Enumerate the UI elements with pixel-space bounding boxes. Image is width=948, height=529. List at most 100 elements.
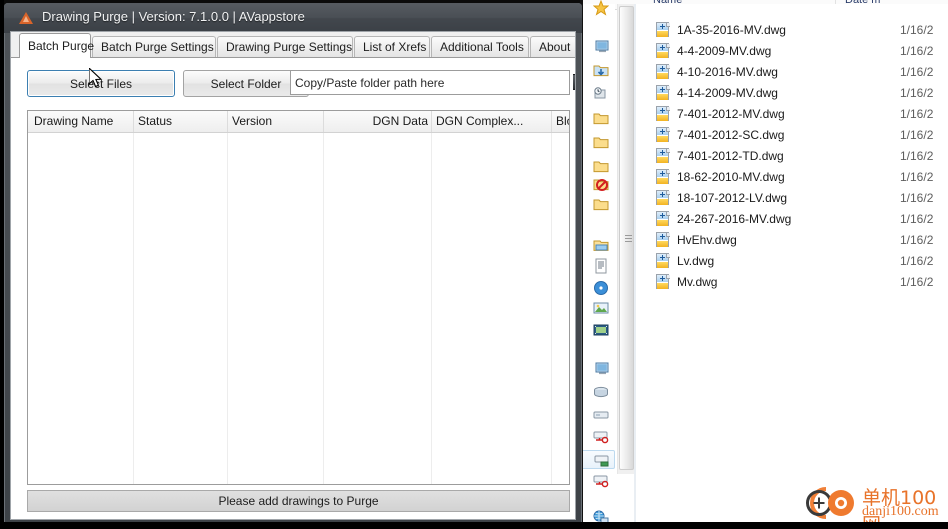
file-name[interactable]: 7-401-2012-MV.dwg <box>677 107 785 121</box>
file-name[interactable]: 4-10-2016-MV.dwg <box>677 65 778 79</box>
scrollbar-grip-icon <box>625 235 632 243</box>
dwg-file-icon <box>655 169 671 185</box>
removable-disk-icon <box>593 406 609 422</box>
file-name[interactable]: 7-401-2012-TD.dwg <box>677 149 784 163</box>
scroll-edge-widget[interactable] <box>573 74 575 92</box>
nav-item-folder[interactable] <box>593 196 609 212</box>
grid-header-divider[interactable] <box>431 111 432 132</box>
nav-item-videos[interactable] <box>593 322 609 338</box>
file-name[interactable]: 1A-35-2016-MV.dwg <box>677 23 786 37</box>
file-name[interactable]: 24-267-2016-MV.dwg <box>677 212 791 226</box>
tab-about[interactable]: About <box>530 36 575 57</box>
drawing-purge-window: Drawing Purge | Version: 7.1.0.0 | AVapp… <box>0 0 583 529</box>
no-access-folder-icon <box>593 176 609 192</box>
explorer-navigation-pane[interactable] <box>575 0 615 529</box>
file-date: 1/16/2 <box>900 44 934 58</box>
nav-item-libraries[interactable] <box>593 236 609 252</box>
file-date: 1/16/2 <box>900 23 934 37</box>
folder-icon <box>593 196 609 212</box>
dwg-file-icon <box>655 148 671 164</box>
tab-additional-tools[interactable]: Additional Tools <box>431 36 529 57</box>
folder-path-input[interactable] <box>290 70 570 95</box>
tab-batch-purge[interactable]: Batch Purge <box>19 33 94 58</box>
nav-item-music[interactable] <box>593 280 609 296</box>
screen-root: Name Date m 1A-35-2016-MV.dwg 4-4-2009-MV… <box>0 0 948 529</box>
file-date: 1/16/2 <box>900 275 934 289</box>
nav-item-folder[interactable] <box>593 134 609 150</box>
nav-item-network-drive-disconnected[interactable] <box>593 428 609 444</box>
dwg-file-icon <box>655 274 671 290</box>
file-date: 1/16/2 <box>900 149 934 163</box>
window-title: Drawing Purge | Version: 7.1.0.0 | AVapp… <box>42 9 305 24</box>
grid-column-header[interactable]: Version <box>232 114 324 133</box>
tab-batch-purge-settings[interactable]: Batch Purge Settings <box>92 36 216 57</box>
file-name[interactable]: HvEhv.dwg <box>677 233 737 247</box>
nav-item-no-access-folder[interactable] <box>593 176 609 192</box>
nav-item-local-disk[interactable] <box>593 384 609 400</box>
network-drive-icon <box>594 452 610 468</box>
grid-header-divider[interactable] <box>133 111 134 132</box>
file-date: 1/16/2 <box>900 107 934 121</box>
folder-icon <box>593 158 609 174</box>
nav-item-recent-places[interactable] <box>593 86 609 102</box>
nav-item-folder[interactable] <box>593 158 609 174</box>
drawings-grid[interactable]: Drawing Name Status Version DGN Data DGN Com… <box>27 110 570 485</box>
window-frame: Drawing Purge | Version: 7.1.0.0 | AVapp… <box>4 3 582 523</box>
tab-drawing-purge-settings[interactable]: Drawing Purge Settings <box>217 36 353 57</box>
file-date: 1/16/2 <box>900 65 934 79</box>
file-name[interactable]: 7-401-2012-SC.dwg <box>677 128 784 142</box>
drawing-purge-logo-icon <box>18 10 34 26</box>
nav-item-computer[interactable] <box>593 360 609 376</box>
drawings-grid-header[interactable]: Drawing Name Status Version DGN Data DGN Com… <box>28 111 569 133</box>
grid-column-header[interactable]: Status <box>138 114 228 133</box>
grid-column-header[interactable]: DGN Data <box>328 114 428 133</box>
window-client-area: Batch Purge Batch Purge Settings Drawing P… <box>10 31 576 520</box>
recent-places-icon <box>593 86 609 102</box>
nav-item-removable-disk[interactable] <box>593 406 609 422</box>
file-name[interactable]: Mv.dwg <box>677 275 717 289</box>
file-name[interactable]: 4-4-2009-MV.dwg <box>677 44 771 58</box>
nav-item-network-drive-error[interactable] <box>593 472 609 488</box>
nav-item-documents[interactable] <box>593 258 609 274</box>
file-name[interactable]: 18-62-2010-MV.dwg <box>677 170 785 184</box>
grid-column-header[interactable]: Drawing Name <box>34 114 134 133</box>
nav-item-desktop[interactable] <box>593 38 609 54</box>
tab-strip[interactable]: Batch Purge Batch Purge Settings Drawing P… <box>11 32 575 58</box>
file-date: 1/16/2 <box>900 128 934 142</box>
dwg-file-icon <box>655 64 671 80</box>
dwg-file-icon <box>655 127 671 143</box>
dwg-file-icon <box>655 211 671 227</box>
dwg-file-icon <box>655 190 671 206</box>
explorer-nav-scrollbar[interactable] <box>617 4 634 474</box>
grid-header-divider[interactable] <box>551 111 552 132</box>
favorites-star-icon <box>592 0 610 16</box>
grid-column-line <box>227 133 228 484</box>
file-name[interactable]: 4-14-2009-MV.dwg <box>677 86 778 100</box>
nav-item-folder[interactable] <box>593 110 609 126</box>
network-drive-error-icon <box>593 472 609 488</box>
grid-header-divider[interactable] <box>323 111 324 132</box>
nav-item-favorites-star[interactable] <box>592 0 610 16</box>
title-bar[interactable]: Drawing Purge | Version: 7.1.0.0 | AVapp… <box>4 3 582 33</box>
file-date: 1/16/2 <box>900 170 934 184</box>
dwg-file-icon <box>655 43 671 59</box>
file-date: 1/16/2 <box>900 191 934 205</box>
folder-icon <box>593 134 609 150</box>
nav-item-pictures[interactable] <box>593 300 609 316</box>
downloads-folder-icon <box>593 62 609 78</box>
file-date: 1/16/2 <box>900 86 934 100</box>
nav-item-downloads-folder[interactable] <box>593 62 609 78</box>
computer-icon <box>593 360 609 376</box>
watermark-text-en: danji100.com <box>862 504 939 519</box>
explorer-nav-scrollbar-thumb[interactable] <box>619 6 634 470</box>
grid-column-line <box>551 133 552 484</box>
select-files-button[interactable]: Select Files <box>27 70 175 97</box>
music-icon <box>593 280 609 296</box>
libraries-icon <box>593 236 609 252</box>
file-name[interactable]: Lv.dwg <box>677 254 714 268</box>
grid-column-header[interactable]: DGN Complex... <box>436 114 548 133</box>
grid-header-divider[interactable] <box>227 111 228 132</box>
tab-list-of-xrefs[interactable]: List of Xrefs <box>354 36 430 57</box>
grid-column-header[interactable]: Blo <box>556 114 569 133</box>
file-name[interactable]: 18-107-2012-LV.dwg <box>677 191 787 205</box>
